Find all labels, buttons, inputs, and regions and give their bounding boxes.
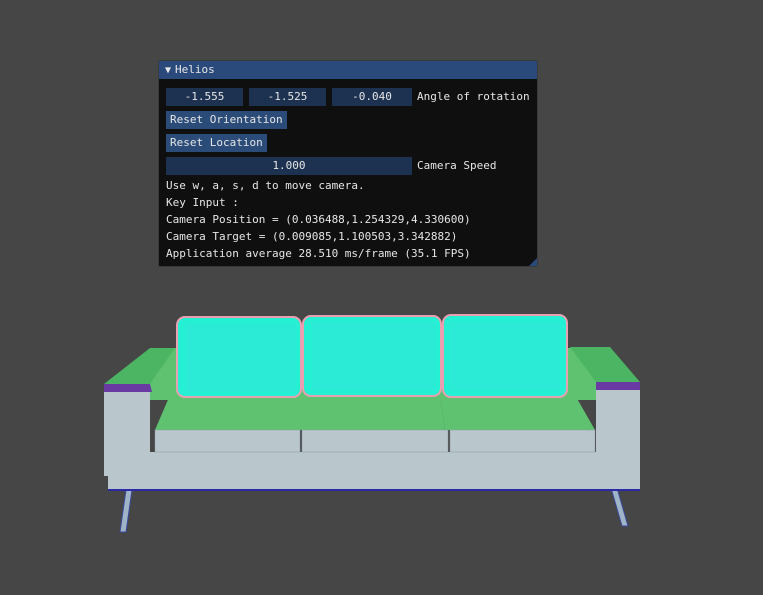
seat-cushion-left	[155, 395, 300, 430]
armrest-right-front	[596, 390, 640, 474]
seat-cushion-middle	[300, 395, 445, 430]
helios-window[interactable]: ▼ Helios -1.555 -1.525 -0.040 Angle of ro…	[158, 60, 538, 267]
camera-position-text: Camera Position = (0.036488,1.254329,4.3…	[166, 213, 471, 226]
key-input-text: Key Input :	[166, 196, 239, 209]
rotation-x-input[interactable]: -1.555	[166, 88, 243, 106]
rotation-z-input[interactable]: -0.040	[332, 88, 412, 106]
sofa-leg-left	[119, 489, 133, 533]
camera-speed-label: Camera Speed	[417, 159, 497, 172]
sofa-leg-right	[610, 487, 629, 527]
window-title: Helios	[175, 63, 215, 76]
collapse-triangle-icon[interactable]: ▼	[165, 62, 171, 80]
resize-grip-icon[interactable]	[529, 258, 537, 266]
window-titlebar[interactable]: ▼ Helios	[159, 61, 537, 79]
rotation-label: Angle of rotation	[417, 90, 530, 103]
armrest-left-front	[104, 392, 150, 476]
performance-text: Application average 28.510 ms/frame (35.…	[166, 247, 471, 260]
sofa-model	[104, 314, 640, 533]
seat-front-left	[154, 429, 301, 453]
seat-front-middle	[301, 429, 449, 453]
armrest-right-cap	[596, 382, 640, 390]
rotation-y-input[interactable]: -1.525	[249, 88, 326, 106]
help-text: Use w, a, s, d to move camera.	[166, 179, 365, 192]
seat-cushion-right	[440, 395, 595, 430]
camera-speed-slider[interactable]: 1.000	[166, 157, 412, 175]
reset-orientation-button[interactable]: Reset Orientation	[166, 111, 287, 129]
armrest-left-cap	[104, 384, 152, 392]
seat-front-right	[449, 429, 596, 453]
sofa-base	[108, 452, 640, 490]
camera-target-text: Camera Target = (0.009085,1.100503,3.342…	[166, 230, 458, 243]
reset-location-button[interactable]: Reset Location	[166, 134, 267, 152]
